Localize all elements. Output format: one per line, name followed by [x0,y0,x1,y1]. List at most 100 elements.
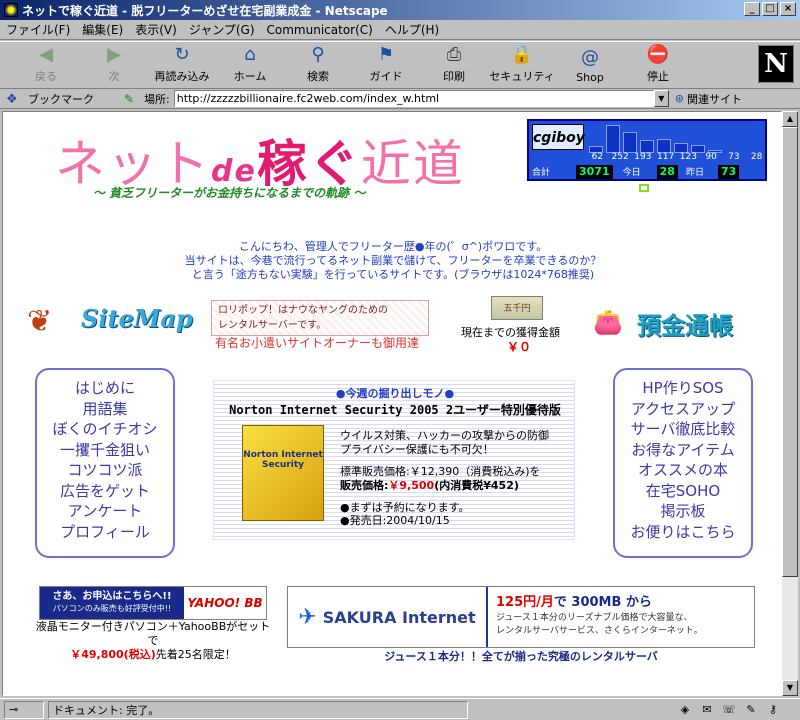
lolipop-line-1: ロリポップ！はナウなヤングのための [218,305,388,316]
access-counter[interactable]: cgiboy 62 252 193 117 123 90 73 28 合計 30… [527,119,767,181]
featured-product: ●今週の掘り出しモノ● Norton Internet Security 200… [213,380,575,540]
nav-link-soho[interactable]: 在宅SOHO [615,481,751,502]
sakura-price-rest: で 300MB から [553,595,652,610]
sale-price-line: 販売価格:￥9,500(内消費税¥452) [340,479,572,493]
home-icon: ⌂ [244,43,256,65]
bookmark-icon[interactable]: ❖ [6,92,24,107]
scroll-thumb[interactable] [782,127,798,577]
sakura-price-value: 125円/月 [496,595,554,610]
forward-arrow-icon: ▶ [107,43,121,65]
sakura-caption-link[interactable]: ジュース１本分！！全てが揃った究極のレンタルサーバ [287,648,755,664]
sakura-desc-line-1: ジュース１本分のリーズナブル価格で大容量な、 [496,613,693,623]
nav-link-survey[interactable]: アンケート [37,501,173,522]
yahoo-banner-left: さあ、お申込はこちらへ!! パソコンのみ販売も好評受付中!! [40,587,184,619]
menu-help[interactable]: ヘルプ(H) [385,21,439,38]
home-button[interactable]: ⌂ ホーム [216,42,284,88]
minimize-button[interactable]: _ [744,2,760,16]
featured-title[interactable]: Norton Internet Security 2005 2ユーザー特別優待版 [214,401,576,418]
left-nav-menu: はじめに 用語集 ぼくのイチオシ 一攫千金狙い コツコツ派 広告をゲット アンケ… [35,368,175,558]
url-input[interactable] [173,90,654,107]
intro-text: こんにちわ、管理人でフリーター歴●年の(゜σ^)ポワロです。 当サイトは、今巷で… [3,240,781,282]
vertical-scrollbar[interactable]: ▲ ▼ [782,111,798,696]
nav-link-items[interactable]: お得なアイテム [615,440,751,461]
print-label: 印刷 [443,70,465,83]
counter-bar-label: 123 [679,152,697,162]
sale-price-value: ￥9,500 [388,479,435,492]
netscape-app-icon [4,3,18,17]
lolipop-caption-link[interactable]: 有名お小遣いサイトオーナーも御用達 [215,334,419,351]
reload-button[interactable]: ↻ 再読み込み [148,42,216,88]
menu-file[interactable]: ファイル(F) [6,21,70,38]
window-titlebar[interactable]: ネットで稼ぐ近道 - 脱フリーターめざせ在宅副業成金 - Netscape _ … [0,0,800,20]
shop-button[interactable]: @ Shop [556,42,624,88]
yahoo-banner-sub: パソコンのみ販売も好評受付中!! [52,604,172,613]
menu-communicator[interactable]: Communicator(C) [267,23,373,37]
counter-bar-label: 193 [634,152,652,162]
close-button[interactable]: × [780,2,796,16]
page-viewport: ネットde稼ぐ近道 ～ 貧乏フリーターがお金持ちになるまでの軌跡 ～ cgibo… [2,111,782,696]
wallet-icon: 👛 [593,308,623,336]
url-dropdown-button[interactable]: ▼ [653,90,669,107]
menu-view[interactable]: 表示(V) [135,21,177,38]
scroll-down-button[interactable]: ▼ [782,680,798,696]
counter-bar [623,132,637,153]
sale-price-label: 販売価格: [340,479,389,492]
nav-link-hp-sos[interactable]: HP作りSOS [615,378,751,399]
print-button[interactable]: ⎙ 印刷 [420,42,488,88]
navigator-tray-icon[interactable]: ◈ [676,703,694,717]
mail-tray-icon[interactable]: ✉ [698,703,716,717]
guide-label: ガイド [369,70,403,83]
lolipop-banner[interactable]: ロリポップ！はナウなヤングのための レンタルサーバーです。 [211,300,429,336]
scroll-up-button[interactable]: ▲ [782,111,798,127]
counter-bar [606,125,620,153]
maximize-button[interactable]: □ [762,2,778,16]
guide-button[interactable]: ⚑ ガイド [352,42,420,88]
nav-link-bbs[interactable]: 掲示板 [615,501,751,522]
sakura-internet-banner[interactable]: ✈ SAKURA Internet 125円/月で 300MB から ジュース１… [287,586,755,648]
sale-price-tax: (内消費税¥452) [434,479,519,492]
related-sites-button[interactable]: ⊛ 関連サイト [675,91,742,107]
yahoo-bb-banner[interactable]: さあ、お申込はこちらへ!! パソコンのみ販売も好評受付中!! YAHOO! BB [39,586,267,620]
yahoo-offer-price: ￥49,800(税込) [70,648,156,661]
security-tray-icon[interactable]: ⚷ [764,703,782,717]
bankbook-link[interactable]: 預金通帳 [637,306,733,341]
featured-desc-line-2: プライバシー保護にも不可欠！ [340,443,494,456]
featured-heading: ●今週の掘り出しモノ● [335,387,455,400]
banknote-image: 五千円 [491,296,543,320]
security-button[interactable]: 🔒 セキュリティ [488,42,556,88]
location-label: 場所: [144,92,170,106]
nav-link-books[interactable]: オススメの本 [615,460,751,481]
back-button[interactable]: ◀ 戻る [12,42,80,88]
nav-link-my-pick[interactable]: ぼくのイチオシ [37,419,173,440]
menu-go[interactable]: ジャンプ(G) [189,21,255,38]
featured-notes: ●まずは予約になります。 ●発売日:2004/10/15 [340,501,572,527]
nav-link-profile[interactable]: プロフィール [37,522,173,543]
nav-link-glossary[interactable]: 用語集 [37,399,173,420]
nav-link-server-compare[interactable]: サーバ徹底比較 [615,419,751,440]
menu-edit[interactable]: 編集(E) [82,21,123,38]
search-button[interactable]: ⚲ 検索 [284,42,352,88]
nav-link-get-ads[interactable]: 広告をゲット [37,481,173,502]
counter-bar-labels: 62 252 193 117 123 90 73 28 [587,152,767,162]
counter-bar-label: 28 [750,152,763,162]
composer-tray-icon[interactable]: ✎ [742,703,760,717]
maple-leaf-icon: ❦ [27,304,53,339]
counter-bar [657,139,671,153]
nav-link-hajimeni[interactable]: はじめに [37,378,173,399]
counter-today-value: 28 [656,165,678,179]
sitemap-link[interactable]: SiteMap [81,304,193,333]
nav-link-access-up[interactable]: アクセスアップ [615,399,751,420]
location-drag-icon[interactable]: ✎ [124,92,134,106]
nav-link-steady[interactable]: コツコツ派 [37,460,173,481]
forward-button[interactable]: ▶ 次 [80,42,148,88]
bookmarks-button[interactable]: ブックマーク [28,91,94,107]
product-box-image[interactable]: Norton Internet Security [242,425,324,521]
discussion-tray-icon[interactable]: ☏ [720,703,738,717]
nav-link-jackpot[interactable]: 一攫千金狙い [37,440,173,461]
intro-line-3: と言う「途方もない実験」を行っているサイトです。(ブラウザは1024*768推奨… [191,268,595,281]
netscape-logo[interactable]: N [758,45,794,83]
stop-label: 停止 [647,70,669,83]
featured-desc-line-1: ウイルス対策、ハッカーの攻撃からの防御 [340,429,549,442]
nav-link-contact[interactable]: お便りはこちら [615,522,751,543]
stop-button[interactable]: ⛔ 停止 [624,42,692,88]
